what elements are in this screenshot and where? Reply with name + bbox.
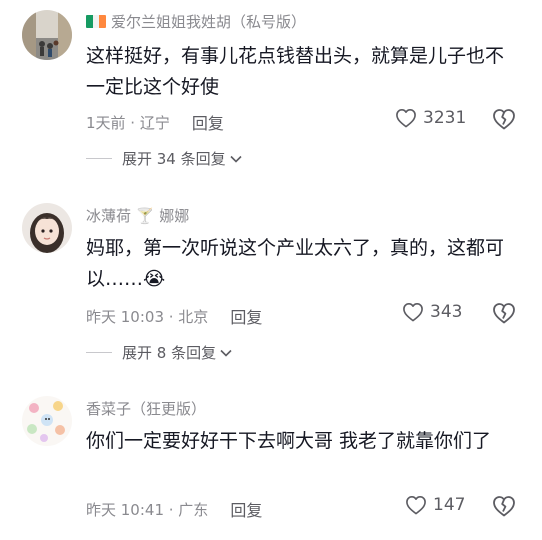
chevron-down-icon [220, 349, 232, 357]
broken-heart-icon [493, 109, 515, 130]
username-text: 冰薄荷 🍸 娜娜 [86, 207, 190, 225]
divider [86, 352, 112, 353]
reply-button[interactable]: 回复 [230, 497, 262, 521]
reply-button[interactable]: 回复 [230, 304, 262, 328]
username[interactable]: 香菜子（狂更版） [86, 398, 206, 419]
username[interactable]: 冰薄荷 🍸 娜娜 [86, 205, 189, 226]
time-location: 昨天 10:03 · 北京 [86, 307, 209, 326]
expand-replies-button[interactable]: 展开 8 条回复 [86, 342, 232, 363]
heart-outline-icon [403, 303, 423, 322]
reply-button[interactable]: 回复 [192, 110, 224, 134]
like-button[interactable]: 147 [405, 495, 465, 515]
dislike-button[interactable] [492, 108, 516, 134]
comment-text: 这样挺好，有事儿花点钱替出头，就算是儿子也不一定比这个好使 [86, 45, 505, 98]
heart-outline-icon [396, 109, 416, 128]
username-text: 爱尔兰姐姐我姓胡（私号版） [111, 13, 307, 31]
expand-replies-button[interactable]: 展开 34 条回复 [86, 148, 242, 169]
comment-meta: 昨天 10:03 · 北京 回复 [86, 304, 262, 328]
like-count: 3231 [423, 108, 467, 128]
dislike-button[interactable] [492, 302, 516, 328]
like-button[interactable]: 3231 [395, 108, 466, 128]
username-text: 香菜子（狂更版） [86, 400, 207, 418]
avatar[interactable] [22, 10, 72, 60]
ireland-flag-icon [86, 15, 106, 28]
time-location: 昨天 10:41 · 广东 [86, 500, 209, 519]
comment-text: 妈耶，第一次听说这个产业太六了，真的，这都可以……😭 [86, 237, 505, 290]
expand-label: 展开 34 条回复 [122, 150, 226, 168]
time-location: 1天前 · 辽宁 [86, 113, 170, 132]
username[interactable]: 爱尔兰姐姐我姓胡（私号版） [86, 11, 306, 32]
dislike-button[interactable] [492, 495, 516, 521]
like-count: 147 [433, 495, 466, 515]
avatar[interactable] [22, 203, 72, 253]
chevron-down-icon [230, 155, 242, 163]
like-button[interactable]: 343 [402, 302, 462, 322]
comment-meta: 1天前 · 辽宁 回复 [86, 110, 224, 134]
divider [86, 158, 112, 159]
heart-outline-icon [406, 496, 426, 515]
expand-label: 展开 8 条回复 [122, 344, 217, 362]
broken-heart-icon [493, 303, 515, 324]
like-count: 343 [430, 302, 463, 322]
comment-meta: 昨天 10:41 · 广东 回复 [86, 497, 262, 521]
broken-heart-icon [493, 496, 515, 517]
comment-text: 你们一定要好好干下去啊大哥 我老了就靠你们了 [86, 430, 492, 452]
avatar[interactable] [22, 396, 72, 446]
